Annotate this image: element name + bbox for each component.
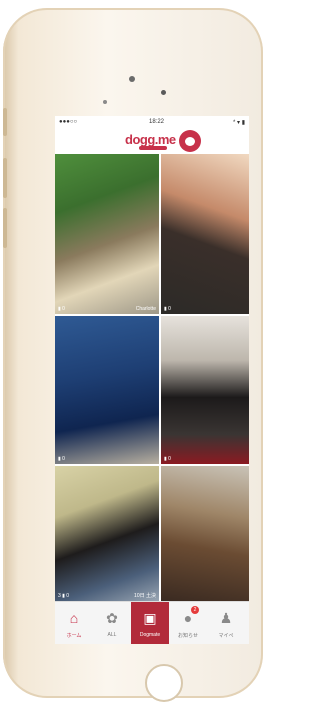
photo-grid: ▮ 0 Charlotte ▮ 0 ▮ 0 ▮ 0 3 ▮ 0 10日 土決 bbox=[55, 154, 249, 601]
app-header: dogg.me bbox=[55, 130, 249, 154]
volume-down-button bbox=[3, 208, 7, 248]
camera-icon: ▣ bbox=[143, 610, 157, 626]
chat-icon: ● bbox=[183, 610, 193, 626]
signal-indicator: ●●●○○ bbox=[59, 119, 78, 125]
phone-frame: ●●●○○ 18:22 * ▾ ▮ dogg.me ▮ 0 Charlotte … bbox=[3, 8, 263, 702]
photo-tile[interactable]: ▮ 0 Charlotte bbox=[55, 154, 159, 314]
tab-all[interactable]: ✿ ALL bbox=[93, 602, 131, 644]
person-icon: ♟ bbox=[219, 610, 233, 626]
tile-counts: ▮ 0 bbox=[58, 306, 65, 312]
logo-underline bbox=[139, 146, 167, 150]
mute-switch bbox=[3, 108, 7, 136]
tile-username: 10日 土決 bbox=[134, 593, 156, 599]
photo-tile[interactable]: ▮ 0 bbox=[161, 154, 249, 314]
tab-label: マイペ bbox=[218, 633, 234, 639]
app-screen: ●●●○○ 18:22 * ▾ ▮ dogg.me ▮ 0 Charlotte … bbox=[55, 116, 249, 644]
photo-tile[interactable] bbox=[161, 466, 249, 601]
status-bar: ●●●○○ 18:22 * ▾ ▮ bbox=[55, 116, 249, 130]
tab-mypage[interactable]: ♟ マイペ bbox=[207, 602, 245, 644]
photo-tile[interactable]: 3 ▮ 0 10日 土決 bbox=[55, 466, 159, 601]
photo-tile[interactable]: ▮ 0 bbox=[55, 316, 159, 464]
tile-username: Charlotte bbox=[135, 306, 156, 312]
tile-counts: 3 ▮ 0 bbox=[58, 593, 70, 599]
tab-label: Dogmate bbox=[139, 632, 161, 638]
tab-label: お知らせ bbox=[178, 633, 198, 639]
photo-tile[interactable]: ▮ 0 bbox=[161, 316, 249, 464]
status-time: 18:22 bbox=[149, 119, 165, 125]
volume-up-button bbox=[3, 158, 7, 198]
tile-counts: ▮ 0 bbox=[164, 456, 171, 462]
tab-home[interactable]: ⌂ ホーム bbox=[55, 602, 93, 644]
status-icons: * ▾ ▮ bbox=[233, 120, 245, 126]
home-icon: ⌂ bbox=[69, 610, 79, 626]
home-button[interactable] bbox=[145, 664, 183, 702]
speaker bbox=[129, 76, 135, 82]
proximity-sensor bbox=[103, 100, 107, 104]
bottom-tab-bar: ⌂ ホーム ✿ ALL ▣ Dogmate ● 2 お知らせ ♟ マイペ bbox=[55, 601, 249, 644]
tab-post[interactable]: ▣ Dogmate bbox=[131, 602, 169, 644]
front-camera bbox=[161, 90, 166, 95]
tab-label: ホーム bbox=[66, 633, 82, 639]
tab-label: ALL bbox=[107, 632, 117, 638]
tab-notifications[interactable]: ● 2 お知らせ bbox=[169, 602, 207, 644]
notification-badge: 2 bbox=[191, 606, 199, 614]
paw-logo-icon bbox=[179, 130, 201, 152]
tile-counts: ▮ 0 bbox=[58, 456, 65, 462]
app-logo: dogg.me bbox=[125, 132, 176, 147]
tile-counts: ▮ 0 bbox=[164, 306, 171, 312]
paw-icon: ✿ bbox=[106, 610, 118, 626]
